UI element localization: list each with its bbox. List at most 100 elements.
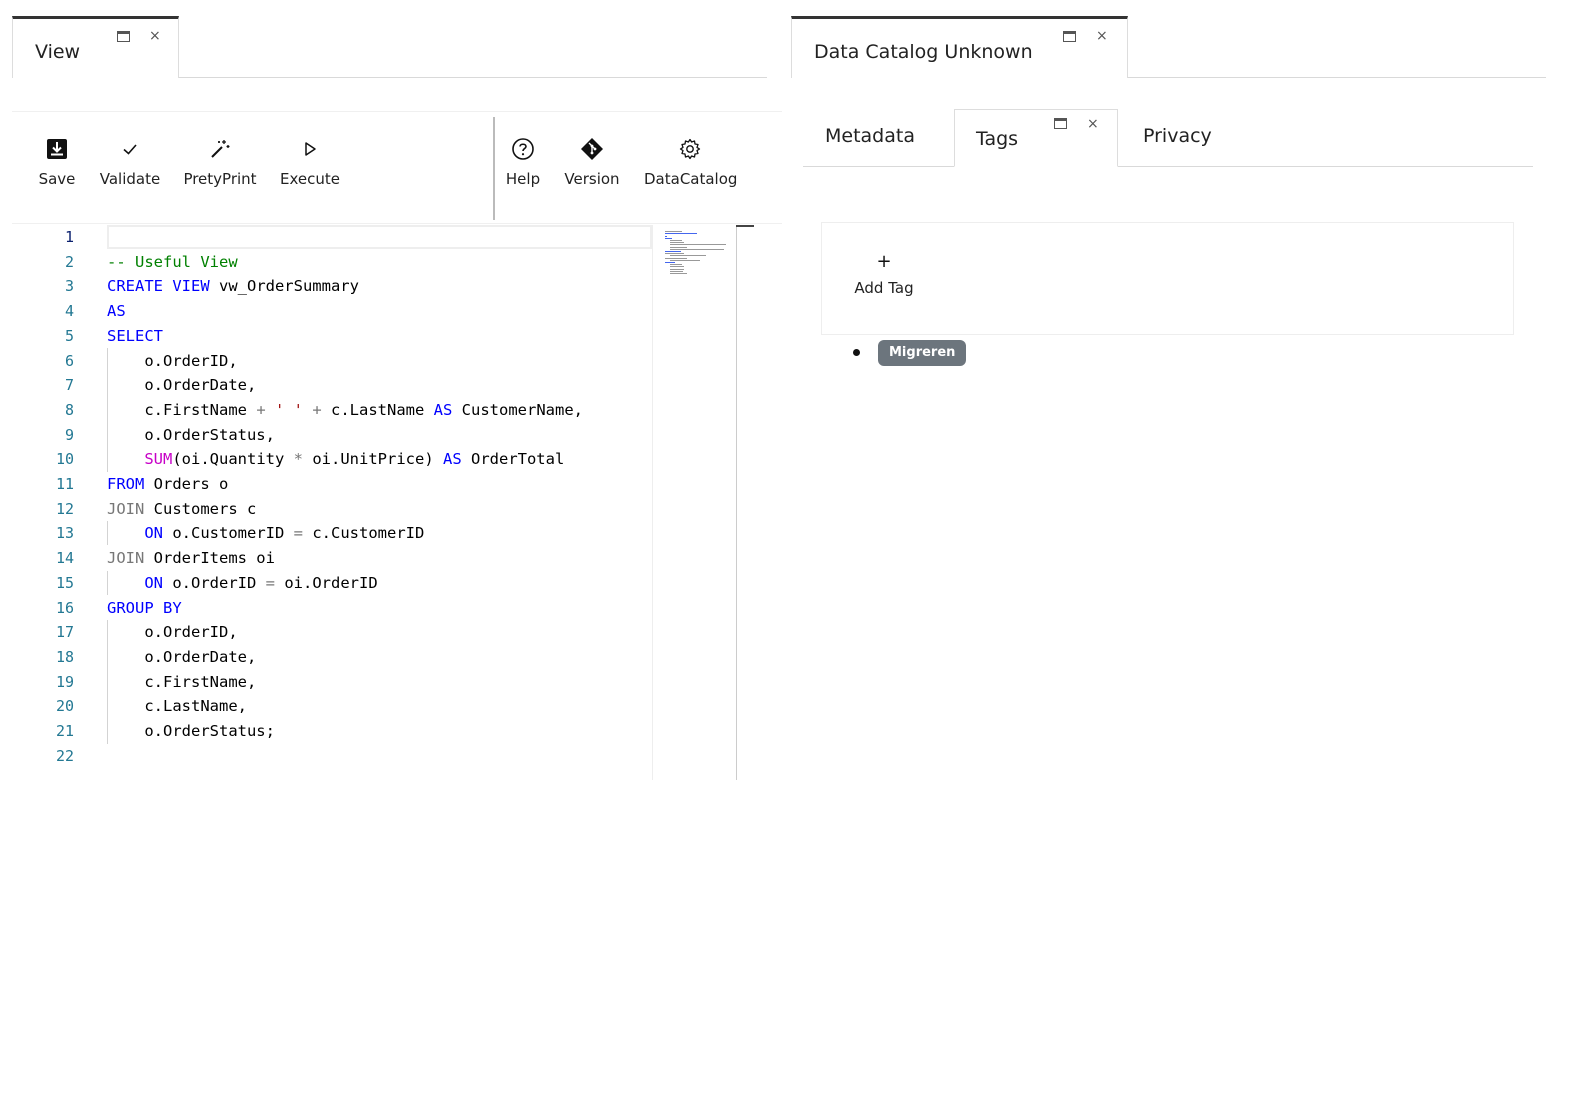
code-line: ON o.OrderID = oi.OrderID [107,571,377,596]
gear-icon [644,134,736,164]
code-token: AS [433,400,453,419]
execute-button[interactable]: Execute [278,134,342,204]
save-button[interactable]: Save [34,134,80,204]
tab-view[interactable]: View × [12,16,179,78]
pretyprint-button[interactable]: PretyPrint [180,134,260,204]
code-token: o.CustomerID [163,524,294,543]
magic-wand-icon [180,134,260,164]
code-editor[interactable]: 1 2 3 4 5 6 7 8 9 10 11 12 13 14 15 16 17 18 19 20 21 22 -- U… [12,225,772,780]
code-token: FROM [107,475,145,493]
tag-badge[interactable]: Migreren [878,340,967,366]
code-token: = [293,524,303,543]
code-line: o.OrderID, [107,620,237,645]
tab-privacy-label: Privacy [1143,125,1212,147]
code-token: o.OrderStatus; [107,722,275,740]
tab-metadata-label: Metadata [825,125,915,147]
code-token: oi.UnitPrice) [303,450,443,469]
minimap-line [669,255,706,257]
execute-label: Execute [280,170,340,188]
data-catalog-pane: Data Catalog Unknown × Metadata Tags × P… [791,16,1551,776]
code-token: ON [144,524,163,543]
code-token: AS [442,450,462,469]
window-icon[interactable] [1063,31,1076,42]
code-token: o.OrderStatus, [107,425,275,444]
minimap-line [665,235,668,237]
line-number: 11 [55,475,74,493]
code-line: JOIN Customers c [107,497,256,522]
line-number: 4 [64,302,74,321]
code-token: JOIN [107,499,145,518]
minimap-line [665,233,698,235]
code-line: ON o.CustomerID = c.CustomerID [107,521,424,546]
minimap-line [669,240,682,241]
play-icon [278,134,342,164]
minimap-line [669,268,685,270]
line-number: 5 [64,326,74,345]
line-number: 19 [55,672,74,691]
minimap-line [665,253,685,255]
tab-tags[interactable]: Tags × [954,109,1118,167]
close-icon[interactable]: × [1096,29,1108,43]
code-line: o.OrderDate, [107,645,256,670]
code-token: OrderTotal [461,450,565,469]
code-token: + [256,400,266,419]
code-token: o.OrderDate, [107,376,257,395]
code-token: Orders o [144,475,229,493]
tab-data-catalog-label: Data Catalog Unknown [814,41,1033,63]
line-number: 16 [55,598,74,617]
code-line: AS [107,299,126,324]
code-line: CREATE VIEW vw_OrderSummary [107,274,359,299]
minimap-line [669,244,727,246]
tab-metadata[interactable]: Metadata [803,109,953,167]
code-token: AS [107,302,126,321]
add-tag-button[interactable]: + Add Tag [852,251,916,297]
line-number: 21 [55,722,74,740]
code-token: OrderItems oi [144,549,275,568]
code-minimap[interactable] [652,225,737,780]
code-line: FROM Orders o [107,472,228,497]
version-label: Version [564,170,620,188]
tab-tags-label: Tags [976,128,1019,150]
line-number: 20 [55,697,74,716]
minimap-line [669,248,724,250]
code-line: c.FirstName + ' ' + c.LastName AS Custom… [107,398,583,423]
code-token: c.LastName, [107,697,247,716]
plus-icon: + [876,251,892,272]
code-line: o.OrderID, [107,349,237,374]
minimap-line [669,270,683,272]
datacatalog-button[interactable]: DataCatalog [644,134,738,204]
tab-data-catalog[interactable]: Data Catalog Unknown × [791,16,1128,78]
window-icon[interactable] [1054,118,1067,129]
code-line: o.OrderStatus, [107,423,275,448]
sql-editor-pane: View × Save Validate PretyPrint Execute … [12,16,782,780]
editor-tab-strip: View × [12,16,767,78]
code-token: c.FirstName, [107,672,257,691]
validate-button[interactable]: Validate [98,134,162,204]
code-area[interactable]: -- Useful View CREATE VIEW vw_OrderSummar… [107,225,652,780]
window-icon[interactable] [117,31,130,42]
close-icon[interactable]: × [1087,117,1099,131]
version-button[interactable]: Version [562,134,622,204]
line-number: 18 [55,647,74,666]
scrollbar-thumb[interactable] [736,225,754,227]
tab-privacy[interactable]: Privacy [1119,109,1269,167]
bullet-icon [853,349,860,356]
close-icon[interactable]: × [149,29,161,43]
line-number: 7 [64,376,74,395]
help-button[interactable]: Help [502,134,544,204]
minimap-line [669,259,700,261]
minimap-line [669,266,685,268]
minimap-line [665,231,682,233]
code-token: -- Useful View [107,252,238,271]
code-token: c.CustomerID [303,524,425,543]
line-number: 13 [55,524,74,543]
add-tag-label: Add Tag [854,279,914,297]
line-number: 1 [64,228,74,246]
line-number: 3 [64,277,74,296]
datacatalog-label: DataCatalog [644,170,738,188]
code-token: CustomerName, [452,400,583,419]
